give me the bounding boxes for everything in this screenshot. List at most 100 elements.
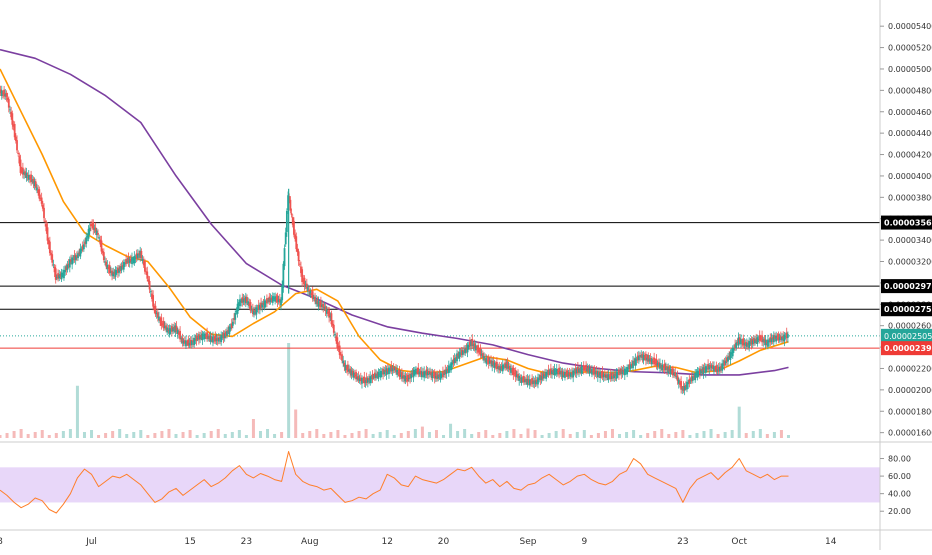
candle-body <box>458 351 461 359</box>
current-price-label: 0.00002505 <box>884 332 932 341</box>
candle-body <box>13 123 16 138</box>
volume-bar <box>751 431 755 438</box>
price-tick-label: 0.00004000 <box>888 172 932 181</box>
volume-bar <box>40 430 44 438</box>
volume-bar <box>442 435 446 438</box>
volume-bar <box>251 419 255 438</box>
volume-bar <box>118 429 122 438</box>
volume-bar <box>364 429 368 438</box>
candle-body <box>88 227 91 232</box>
candle-body <box>232 321 234 326</box>
x-tick-label: 15 <box>184 537 195 547</box>
candle-body <box>537 377 539 385</box>
candle-body <box>43 207 45 219</box>
volume-bar <box>561 429 565 438</box>
candle-body <box>379 370 382 378</box>
volume-bar <box>202 433 206 438</box>
candle-body <box>201 333 204 341</box>
volume-bar <box>5 433 9 438</box>
candle-body <box>71 257 74 265</box>
candle-body <box>17 153 20 155</box>
volume-bar <box>237 430 241 438</box>
candle-body <box>727 356 729 362</box>
volume-bar <box>329 432 333 438</box>
volume-bar <box>61 431 65 438</box>
volume-bar <box>195 435 199 438</box>
volume-bar <box>266 429 270 438</box>
volume-bar <box>420 426 424 438</box>
candle-body <box>168 328 171 335</box>
candle-body <box>553 368 556 376</box>
x-tick-label: 12 <box>381 537 392 547</box>
price-tick-label: 0.00005200 <box>888 44 932 53</box>
x-tick-label: Aug <box>301 537 319 547</box>
volume-bar <box>188 430 192 438</box>
volume-bar <box>357 431 361 438</box>
chart-svg[interactable]: 0.00005400 0.00005200 0.00005000 0.00004800… <box>0 0 932 550</box>
candle-body <box>234 312 237 320</box>
candle-body <box>783 334 786 342</box>
volume-bar <box>111 431 115 438</box>
candle-body <box>369 376 372 384</box>
volume-bar <box>765 434 769 438</box>
volume-bar <box>610 429 614 438</box>
volume-bar <box>582 430 586 438</box>
volume-bar <box>287 343 291 438</box>
volume-bar <box>315 429 319 438</box>
volume-bar <box>498 433 502 438</box>
candle-body <box>293 220 295 235</box>
price-label-0.00003564: 0.00003564 <box>884 219 932 228</box>
volume-bar <box>209 431 213 438</box>
x-tick-label: 23 <box>677 537 688 547</box>
volume-bar <box>758 429 762 438</box>
x-tick-label: 20 <box>438 537 450 547</box>
candle-body <box>152 295 155 307</box>
candle-body <box>289 199 292 211</box>
candle-body <box>154 305 157 315</box>
volume-bar <box>660 429 664 438</box>
volume-bar <box>216 429 220 438</box>
candle-body <box>572 370 575 378</box>
volume-bar <box>540 435 544 438</box>
candles-layer <box>0 85 789 396</box>
volume-bar <box>19 429 23 438</box>
volume-bar <box>519 434 523 438</box>
candle-body <box>9 109 11 111</box>
candle-body <box>332 324 335 333</box>
candle-body <box>547 369 550 376</box>
volume-bar <box>132 432 136 438</box>
volume-bar <box>413 429 417 438</box>
candle-body <box>423 371 426 378</box>
volume-bar <box>139 430 143 438</box>
candle-body <box>114 269 117 277</box>
volume-bar <box>47 435 51 438</box>
ma-slow-line <box>0 48 789 376</box>
candle-body <box>77 253 79 259</box>
candle-body <box>453 358 456 363</box>
candle-body <box>149 291 152 293</box>
chart-container[interactable]: 0.00005400 0.00005200 0.00005000 0.00004800… <box>0 0 932 550</box>
price-label-0.00002970: 0.00002970 <box>884 282 932 291</box>
volume-bar <box>371 434 375 438</box>
candle-body <box>193 337 196 346</box>
x-tick-label: 8 <box>0 537 3 547</box>
candle-body <box>34 181 37 188</box>
candle-body <box>140 251 143 259</box>
volume-bar <box>639 435 643 438</box>
price-tick-label: 0.00005400 <box>888 22 932 31</box>
volume-bar <box>456 431 460 438</box>
volume-bar <box>779 430 783 438</box>
volume-bar <box>625 432 629 438</box>
volume-bar <box>392 435 396 438</box>
volume-bar <box>554 431 558 438</box>
candle-body <box>51 254 54 263</box>
candle-body <box>5 93 8 97</box>
volume-layer <box>0 343 790 438</box>
volume-bar <box>160 431 164 438</box>
candle-body <box>295 236 298 250</box>
candle-body <box>290 213 293 215</box>
volume-bar <box>26 434 30 438</box>
candle-body <box>100 240 103 252</box>
candle-body <box>748 341 751 348</box>
candle-body <box>141 258 144 261</box>
